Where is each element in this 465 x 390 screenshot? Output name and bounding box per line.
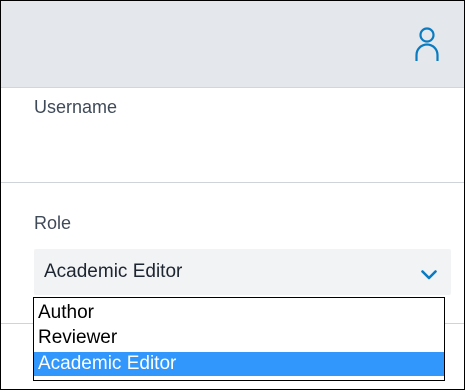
- username-label: Username: [34, 97, 118, 117]
- role-select[interactable]: Academic Editor: [34, 249, 451, 295]
- role-select-value: Academic Editor: [44, 261, 183, 282]
- profile-panel: Username Role Academic Editor Author Rev…: [0, 0, 465, 390]
- role-option-author[interactable]: Author: [34, 301, 444, 324]
- role-option-academic-editor[interactable]: Academic Editor: [34, 352, 444, 376]
- role-option-reviewer[interactable]: Reviewer: [34, 326, 444, 349]
- role-label: Role: [34, 213, 72, 233]
- divider: [1, 182, 464, 183]
- top-bar: [1, 1, 464, 88]
- role-dropdown-list: Author Reviewer Academic Editor: [33, 297, 445, 381]
- chevron-down-icon[interactable]: [421, 267, 437, 280]
- user-icon[interactable]: [414, 25, 440, 63]
